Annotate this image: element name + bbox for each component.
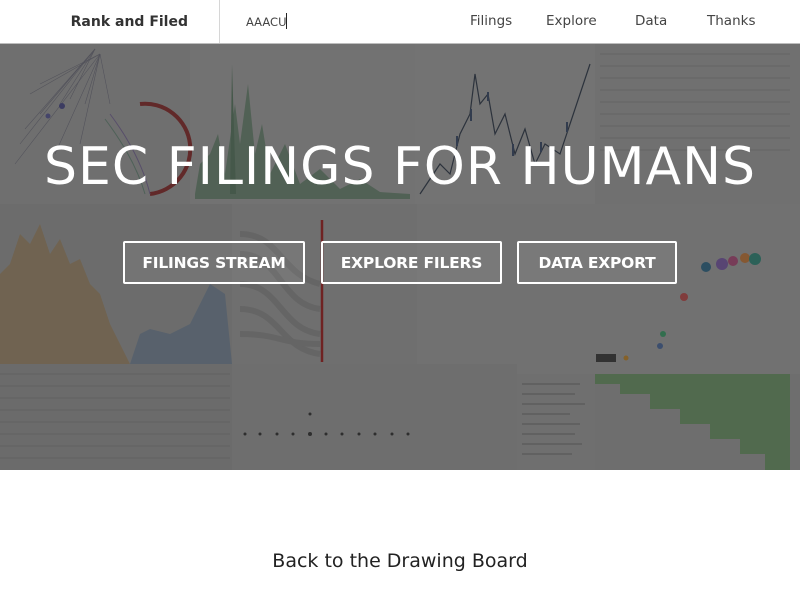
back-to-drawing-board-link[interactable]: Back to the Drawing Board xyxy=(0,550,800,572)
text-cursor xyxy=(286,13,287,29)
data-export-button[interactable]: DATA EXPORT xyxy=(517,241,677,284)
explore-filers-button[interactable]: EXPLORE FILERS xyxy=(321,241,502,284)
hero-title: SEC FILINGS FOR HUMANS xyxy=(44,137,756,197)
search-container xyxy=(221,0,421,43)
hero-section: SEC FILINGS FOR HUMANS FILINGS STREAM EX… xyxy=(0,44,800,470)
search-input[interactable] xyxy=(246,9,406,34)
nav-link-thanks[interactable]: Thanks xyxy=(707,13,755,29)
filings-stream-button[interactable]: FILINGS STREAM xyxy=(123,241,305,284)
brand-link[interactable]: Rank and Filed xyxy=(0,0,220,43)
nav-link-explore[interactable]: Explore xyxy=(546,13,597,29)
nav-link-data[interactable]: Data xyxy=(635,13,667,29)
top-navbar: Rank and Filed Filings Explore Data Than… xyxy=(0,0,800,44)
nav-link-filings[interactable]: Filings xyxy=(470,13,512,29)
